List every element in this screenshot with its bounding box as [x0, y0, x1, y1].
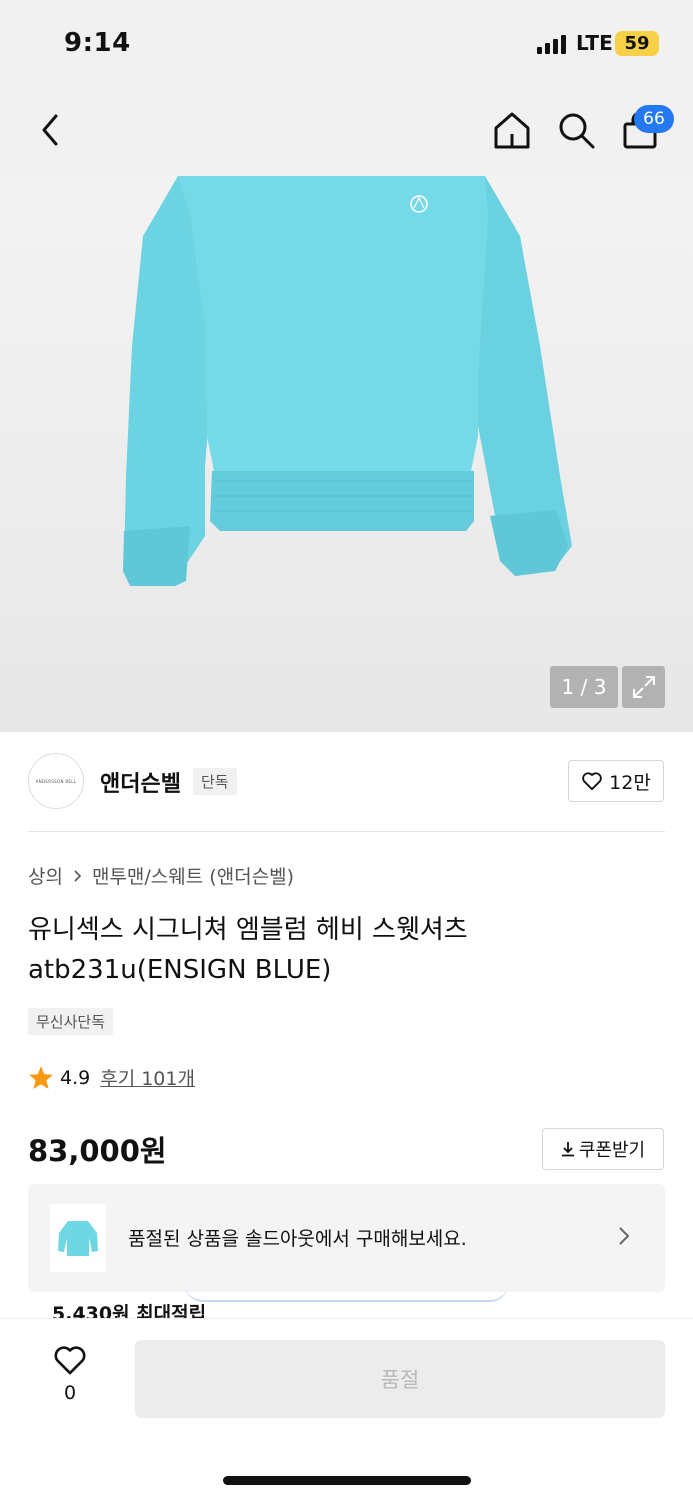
search-icon — [559, 113, 595, 149]
expand-icon — [632, 676, 655, 698]
rating-row: 4.9 후기 101개 — [28, 1064, 195, 1091]
image-pager: 1 / 3 — [550, 666, 618, 708]
reviews-link[interactable]: 후기 101개 — [100, 1064, 195, 1091]
brand-like-button[interactable]: 12만 — [568, 760, 664, 802]
star-icon — [29, 1066, 53, 1089]
product-tag: 무신사단독 — [28, 1008, 114, 1035]
points-pill — [185, 1270, 508, 1302]
chevron-right-icon — [74, 869, 82, 882]
battery-icon: 59 — [615, 31, 659, 56]
expand-image-button[interactable] — [622, 666, 665, 708]
home-indicator — [223, 1476, 471, 1485]
sweatshirt-thumbnail-icon — [58, 1221, 98, 1256]
home-button[interactable] — [490, 108, 534, 152]
points-text: 5,430원 최대적립 — [52, 1303, 207, 1318]
coupon-button[interactable]: 쿠폰받기 — [542, 1128, 664, 1170]
exclusive-badge: 단독 — [193, 768, 237, 795]
product-price: 83,000원 — [28, 1134, 167, 1168]
signal-icon — [537, 34, 569, 54]
chevron-right-icon — [619, 1227, 630, 1245]
wishlist-button[interactable]: 0 — [45, 1344, 95, 1404]
download-icon — [561, 1142, 574, 1157]
battery-level: 59 — [624, 33, 650, 54]
breadcrumb-category[interactable]: 상의 — [28, 862, 63, 889]
network-label: LTE — [576, 31, 613, 55]
divider — [28, 831, 665, 832]
product-title: 유니섹스 시그니쳐 엠블럼 헤비 스웻셔츠 atb231u(ENSIGN BLU… — [28, 915, 468, 985]
home-icon — [494, 112, 530, 149]
cart-count-badge: 66 — [634, 105, 674, 133]
breadcrumb: 상의 맨투맨/스웨트 (앤더슨벨) — [28, 862, 294, 889]
chevron-left-icon — [42, 114, 58, 146]
brand-name[interactable]: 앤더슨벨 — [100, 766, 181, 798]
soldout-banner-text: 품절된 상품을 솔드아웃에서 구매해보세요. — [128, 1228, 467, 1250]
wishlist-count: 0 — [63, 1382, 77, 1404]
heart-icon — [54, 1346, 86, 1375]
status-time: 9:14 — [64, 28, 131, 58]
search-button[interactable] — [554, 108, 598, 152]
product-image-gallery[interactable]: 1 / 3 — [0, 176, 693, 732]
status-bar: 9:14 LTE 59 — [0, 0, 693, 90]
buy-button[interactable]: 품절 — [135, 1340, 665, 1418]
brand-logo-text: ANDERSSON BELL — [35, 778, 77, 784]
heart-icon — [582, 772, 602, 791]
back-button[interactable] — [30, 108, 70, 152]
rating-score: 4.9 — [60, 1066, 91, 1089]
brand-like-count: 12만 — [609, 771, 651, 794]
breadcrumb-subcategory[interactable]: 맨투맨/스웨트 (앤더슨벨) — [92, 862, 294, 889]
product-image — [123, 176, 572, 586]
banner-thumbnail — [50, 1204, 106, 1272]
coupon-label: 쿠폰받기 — [578, 1140, 646, 1161]
brand-logo[interactable]: ANDERSSON BELL — [28, 753, 84, 809]
